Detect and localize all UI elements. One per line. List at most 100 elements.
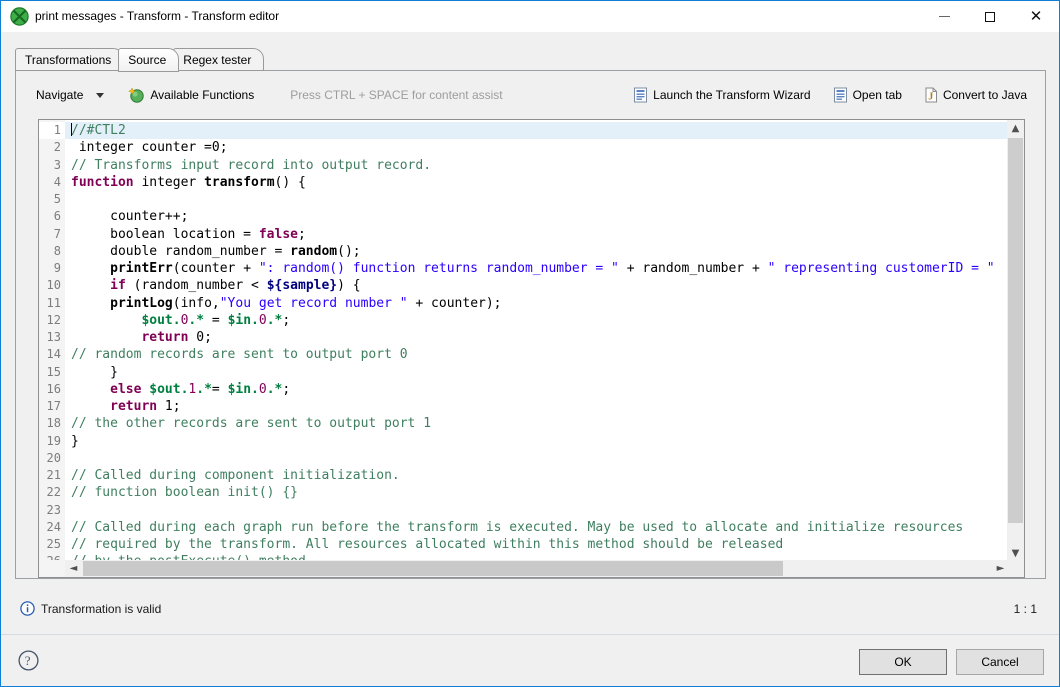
code-line[interactable]: } xyxy=(65,433,1024,450)
tab-transformations[interactable]: Transformations xyxy=(15,48,124,71)
line-number: 24 xyxy=(39,519,65,536)
code-token xyxy=(71,313,141,328)
code-token: // Transforms input record into output r… xyxy=(71,158,431,173)
code-token: 1; xyxy=(157,399,180,414)
code-token: transform xyxy=(204,175,274,190)
tab-source[interactable]: Source xyxy=(118,48,179,72)
code-token: double random_number = xyxy=(71,244,290,259)
svg-text:?: ? xyxy=(25,653,31,668)
code-line[interactable]: $out.0.* = $in.0.*; xyxy=(65,312,1024,329)
line-number: 16 xyxy=(39,381,65,398)
horizontal-scrollbar[interactable]: ◄ ► xyxy=(65,560,1009,577)
code-line[interactable]: if (random_number < ${sample}) { xyxy=(65,277,1024,294)
code-token: .* xyxy=(267,313,283,328)
code-token: // Called during component initializatio… xyxy=(71,468,400,483)
code-token: + random_number + xyxy=(619,261,768,276)
code-area[interactable]: //#CTL2 integer counter =0; // Transforms… xyxy=(65,120,1024,577)
line-number: 21 xyxy=(39,467,65,484)
code-token: printLog xyxy=(110,296,173,311)
open-tab-document-icon xyxy=(833,87,848,103)
open-tab-label: Open tab xyxy=(853,88,902,102)
code-line[interactable]: integer counter =0; xyxy=(65,139,1024,156)
code-token: .* xyxy=(267,382,283,397)
open-tab-button[interactable]: Open tab xyxy=(833,87,902,103)
scroll-left-icon[interactable]: ◄ xyxy=(65,560,82,577)
code-line[interactable]: function integer transform() { xyxy=(65,174,1024,191)
code-line[interactable]: } xyxy=(65,364,1024,381)
navigate-button[interactable]: Navigate xyxy=(36,88,104,102)
code-line[interactable]: //#CTL2 xyxy=(65,122,1024,139)
code-token: $out. xyxy=(141,313,180,328)
code-token: } xyxy=(71,365,118,380)
code-line[interactable]: // Transforms input record into output r… xyxy=(65,157,1024,174)
line-number: 23 xyxy=(39,502,65,519)
line-number: 6 xyxy=(39,208,65,225)
code-token: $in. xyxy=(228,313,259,328)
horizontal-scrollbar-thumb[interactable] xyxy=(83,561,783,576)
transform-editor-dialog: print messages - Transform - Transform e… xyxy=(0,0,1060,687)
code-line[interactable]: // the other records are sent to output … xyxy=(65,415,1024,432)
line-number: 20 xyxy=(39,450,65,467)
line-number: 8 xyxy=(39,243,65,260)
ok-button[interactable]: OK xyxy=(859,649,947,675)
wizard-document-icon xyxy=(633,87,648,103)
code-token: return xyxy=(110,399,157,414)
status-bar: Transformation is valid 1 : 1 xyxy=(1,593,1059,623)
cancel-button[interactable]: Cancel xyxy=(956,649,1044,675)
scrollbar-corner xyxy=(1007,560,1024,577)
code-line[interactable]: // Called during component initializatio… xyxy=(65,467,1024,484)
tab-regex-tester[interactable]: Regex tester xyxy=(173,48,264,71)
code-token xyxy=(71,330,141,345)
code-line[interactable]: // function boolean init() {} xyxy=(65,484,1024,501)
code-token xyxy=(71,261,110,276)
title-bar: print messages - Transform - Transform e… xyxy=(1,1,1059,32)
vertical-scrollbar[interactable]: ▲ ▼ xyxy=(1007,120,1024,562)
java-file-icon: J xyxy=(924,87,938,103)
code-token xyxy=(71,278,110,293)
code-token: // function boolean init() {} xyxy=(71,485,298,500)
code-line[interactable]: // random records are sent to output por… xyxy=(65,346,1024,363)
code-line[interactable]: // Called during each graph run before t… xyxy=(65,519,1024,536)
convert-to-java-label: Convert to Java xyxy=(943,88,1027,102)
code-token: ; xyxy=(298,227,306,242)
code-line[interactable]: boolean location = false; xyxy=(65,226,1024,243)
code-token: printErr xyxy=(110,261,173,276)
code-token: (); xyxy=(337,244,360,259)
cancel-label: Cancel xyxy=(981,655,1018,669)
code-token: ${sample} xyxy=(267,278,337,293)
help-icon[interactable]: ? xyxy=(18,650,39,671)
code-line[interactable]: // required by the transform. All resour… xyxy=(65,536,1024,553)
code-token: integer counter =0; xyxy=(71,140,228,155)
code-line[interactable] xyxy=(65,502,1024,519)
code-token: boolean location = xyxy=(71,227,259,242)
maximize-button[interactable] xyxy=(967,1,1013,32)
code-token: // the other records are sent to output … xyxy=(71,416,431,431)
caret-position: 1 : 1 xyxy=(1014,602,1037,616)
code-token: .* xyxy=(188,313,204,328)
launch-wizard-label: Launch the Transform Wizard xyxy=(653,88,810,102)
code-line[interactable] xyxy=(65,191,1024,208)
line-number: 3 xyxy=(39,157,65,174)
code-line[interactable] xyxy=(65,450,1024,467)
code-line[interactable]: return 1; xyxy=(65,398,1024,415)
code-line[interactable]: double random_number = random(); xyxy=(65,243,1024,260)
code-editor: 1234567891011121314151617181920212223242… xyxy=(38,119,1025,578)
code-token: false xyxy=(259,227,298,242)
code-line[interactable]: counter++; xyxy=(65,208,1024,225)
vertical-scrollbar-thumb[interactable] xyxy=(1008,138,1023,523)
gutter-footer xyxy=(39,560,65,577)
code-line[interactable]: printErr(counter + ": random() function … xyxy=(65,260,1024,277)
launch-wizard-button[interactable]: Launch the Transform Wizard xyxy=(633,87,810,103)
code-line[interactable]: else $out.1.*= $in.0.*; xyxy=(65,381,1024,398)
code-line[interactable]: return 0; xyxy=(65,329,1024,346)
minimize-button[interactable] xyxy=(921,1,967,32)
available-functions-button[interactable]: Available Functions xyxy=(150,88,254,102)
convert-to-java-button[interactable]: J Convert to Java xyxy=(924,87,1027,103)
scroll-up-icon[interactable]: ▲ xyxy=(1007,120,1024,137)
line-number: 25 xyxy=(39,536,65,553)
close-button[interactable]: ✕ xyxy=(1013,1,1059,32)
code-token: ) { xyxy=(337,278,360,293)
window-title: print messages - Transform - Transform e… xyxy=(35,9,279,23)
code-line[interactable]: printLog(info,"You get record number " +… xyxy=(65,295,1024,312)
code-token: counter++; xyxy=(71,209,188,224)
